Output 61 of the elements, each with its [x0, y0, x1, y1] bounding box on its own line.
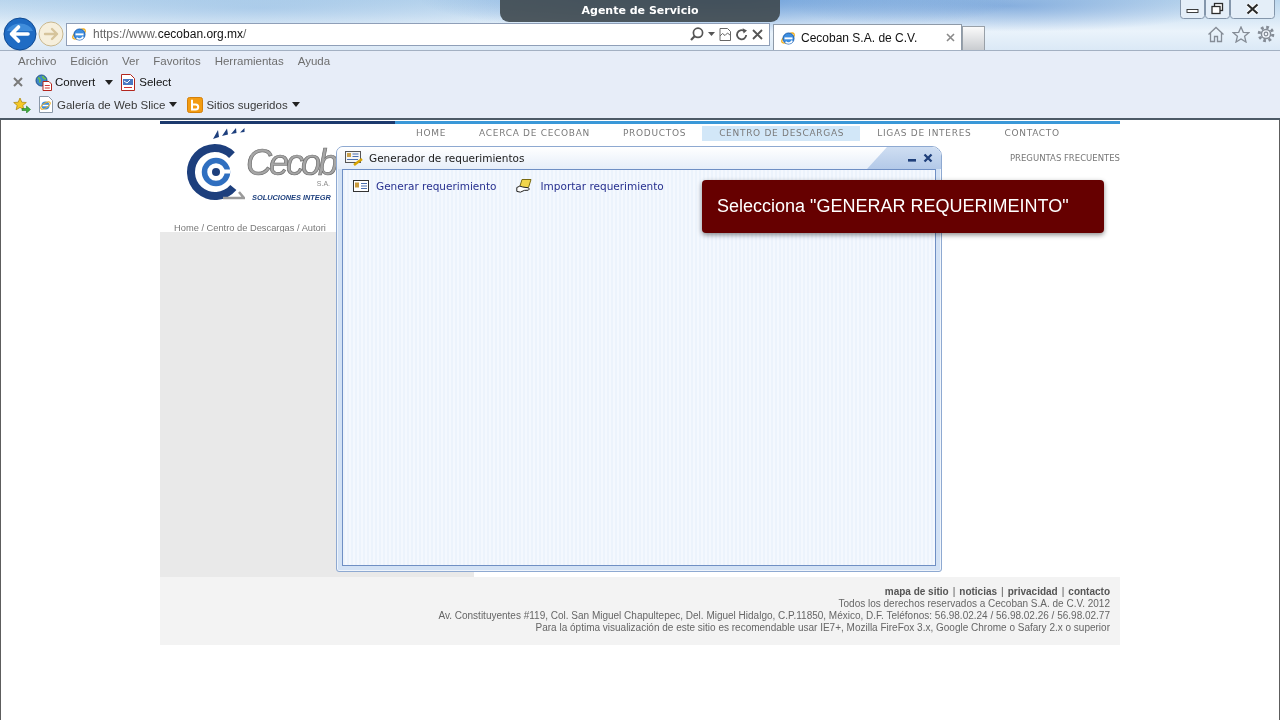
logo-wordmark: Cecob	[246, 146, 336, 180]
nav-link[interactable]: CENTRO DE DESCARGAS	[702, 126, 861, 141]
favorites-link[interactable]: Sitios sugeridos	[187, 96, 288, 113]
footer-link[interactable]: mapa de sitio	[884, 586, 949, 598]
e-logo-icon	[71, 26, 87, 42]
caret-icon[interactable]	[169, 102, 178, 107]
footer-link[interactable]: contacto	[1068, 586, 1110, 598]
notification-banner: Agente de Servicio	[500, 0, 780, 22]
toolbar-button[interactable]: Importar requerimiento	[516, 179, 664, 193]
menu-item[interactable]: Ayuda	[290, 52, 338, 70]
menu-item[interactable]: Herramientas	[207, 52, 291, 70]
search-icon[interactable]	[690, 27, 704, 41]
instruction-callout: Selecciona "GENERAR REQUERIMEINTO"	[702, 180, 1104, 233]
link-separator: |	[1061, 586, 1065, 598]
footer-text: Av. Constituyentes #119, Col. San Miguel Chapultepec, Del. Miguel Hidalgo, C.P.11850, México, D.F. Teléfonos: 56.98.02.24 / 56.98.02.26 / 56.98.02.77	[438, 610, 1110, 622]
favorites-link[interactable]: Galería de Web Slice	[38, 96, 166, 113]
nav-link[interactable]: LIGAS DE INTERES	[860, 126, 988, 141]
star-arrow-icon[interactable]	[13, 96, 31, 113]
menu-item[interactable]: Edición	[63, 52, 116, 70]
nav-link[interactable]: HOME	[399, 126, 463, 141]
caret-icon[interactable]	[291, 102, 300, 107]
restore-icon[interactable]	[1205, 0, 1230, 19]
close-icon[interactable]	[752, 28, 763, 40]
caret-icon[interactable]	[708, 32, 715, 36]
toolbar-button[interactable]: Generar requerimiento	[353, 179, 497, 193]
browser-tab[interactable]: Cecoban S.A. de C.V.	[773, 24, 962, 50]
home-icon[interactable]	[1207, 25, 1225, 43]
address-field[interactable]: https://www.cecoban.org.mx/	[66, 22, 770, 46]
footer-text: Para la óptima visualización de este sitio es recomendable usar IE7+, Mozilla FireFox 3.x, Google Chrome o Safary 2.x o superior	[535, 622, 1110, 634]
faq-link[interactable]: PREGUNTAS FRECUENTES	[1009, 153, 1120, 164]
page-icon	[38, 96, 54, 113]
globe-document-icon	[35, 73, 52, 91]
footer-link[interactable]: noticias	[959, 586, 998, 598]
id-card-icon	[353, 180, 369, 192]
document-icon	[120, 73, 137, 91]
footer-link[interactable]: privacidad	[1007, 586, 1058, 598]
broken-page-icon[interactable]	[719, 27, 731, 41]
minimize-icon[interactable]	[1180, 0, 1205, 19]
menu-item[interactable]: Favoritos	[146, 52, 208, 70]
menu-item[interactable]: Archivo	[11, 52, 64, 70]
b-tile-icon	[187, 96, 204, 113]
nav-link[interactable]: CONTACTO	[987, 126, 1076, 141]
nav-link[interactable]: ACERCA DE CECOBAN	[462, 126, 606, 141]
star-icon[interactable]	[1232, 25, 1250, 43]
link-separator: |	[952, 586, 956, 598]
close-icon[interactable]	[923, 153, 933, 163]
close-icon[interactable]	[1230, 0, 1275, 19]
settings-icon[interactable]	[1257, 25, 1275, 43]
caret-icon[interactable]	[105, 79, 114, 85]
toolbar-button[interactable]: Select	[120, 73, 172, 91]
footer-text: Todos los derechos reservados a Cecoban S.A. de C.V. 2012	[838, 598, 1110, 610]
nav-link[interactable]: PRODUCTOS	[605, 126, 703, 141]
card-icon	[345, 150, 363, 166]
e-logo-icon	[780, 29, 796, 46]
toolbar-button[interactable]: Convert	[35, 73, 96, 91]
link-separator: |	[1001, 586, 1004, 598]
breadcrumb[interactable]: Home / Centro de Descargas / Autori	[174, 223, 326, 233]
menu-item[interactable]: Ver	[115, 52, 147, 70]
refresh-icon[interactable]	[735, 27, 748, 41]
dialog-title: Generador de requerimientos	[369, 151, 525, 165]
hand-document-icon	[516, 179, 534, 193]
